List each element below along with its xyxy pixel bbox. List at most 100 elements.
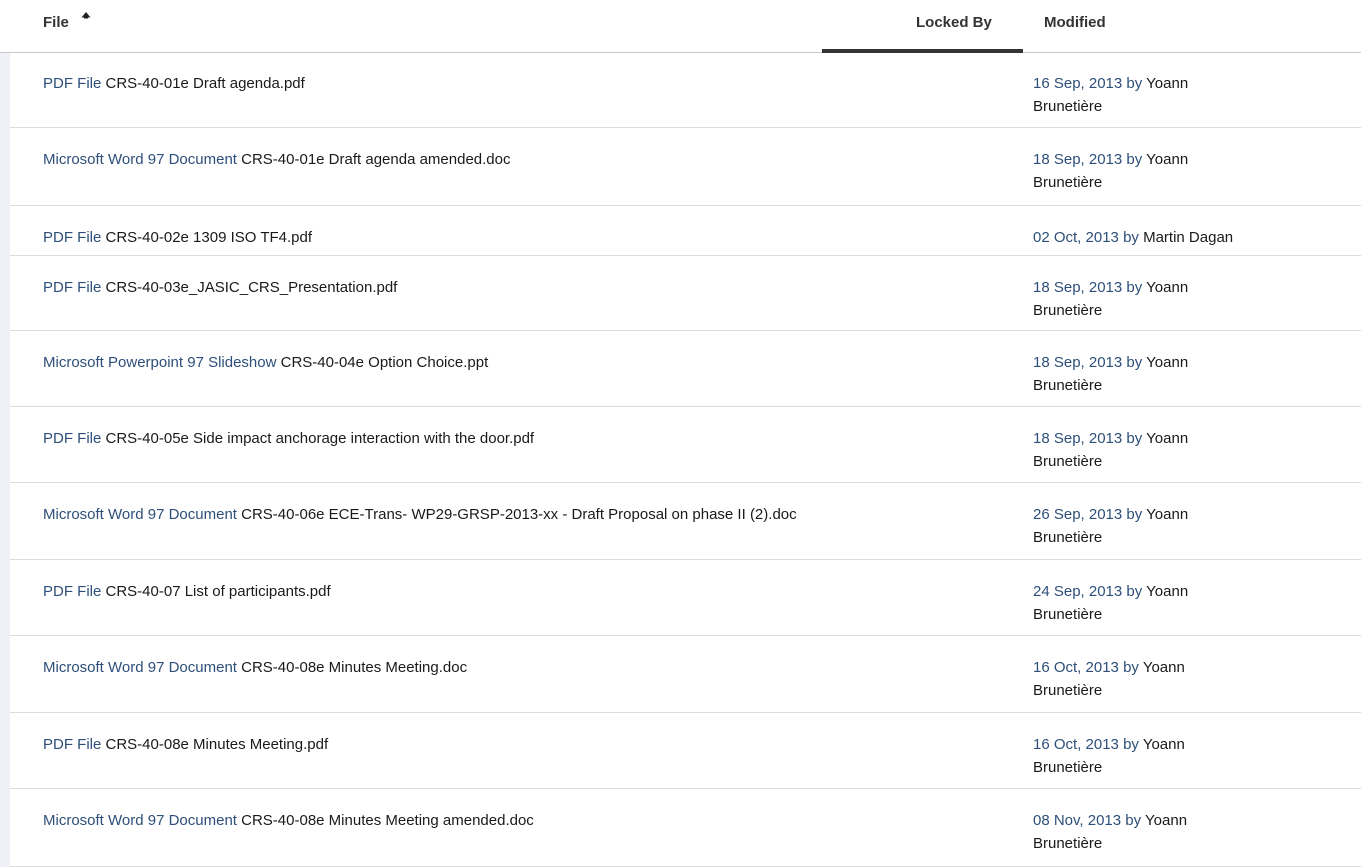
author-surname[interactable]: Brunetière (1033, 374, 1333, 397)
file-type-link[interactable]: Microsoft Word 97 Document (43, 812, 237, 829)
author-name[interactable]: Yoann (1146, 354, 1188, 371)
file-cell: PDF File CRS-40-08e Minutes Meeting.pdf (43, 733, 813, 756)
file-name[interactable]: CRS-40-07 List of participants.pdf (106, 583, 331, 600)
file-cell: PDF File CRS-40-03e_JASIC_CRS_Presentati… (43, 276, 813, 299)
author-surname[interactable]: Brunetière (1033, 95, 1333, 118)
author-surname[interactable]: Brunetière (1033, 299, 1333, 322)
by-label: by (1125, 812, 1142, 829)
file-name[interactable]: CRS-40-08e Minutes Meeting.doc (241, 659, 467, 676)
table-row: Microsoft Powerpoint 97 Slideshow CRS-40… (10, 331, 1361, 407)
file-cell: Microsoft Word 97 Document CRS-40-01e Dr… (43, 148, 813, 171)
file-type-link[interactable]: PDF File (43, 229, 101, 246)
author-surname[interactable]: Brunetière (1033, 450, 1333, 473)
author-surname[interactable]: Brunetière (1033, 171, 1333, 194)
modified-date-link[interactable]: 02 Oct, 2013 (1033, 229, 1119, 246)
author-name[interactable]: Martin Dagan (1143, 229, 1233, 246)
modified-date-link[interactable]: 16 Oct, 2013 (1033, 736, 1119, 753)
file-name[interactable]: CRS-40-01e Draft agenda amended.doc (241, 151, 510, 168)
file-cell: PDF File CRS-40-05e Side impact anchorag… (43, 427, 813, 450)
attachments-page: File Locked By Modified PDF File CRS-40-… (0, 0, 1361, 867)
table-row: Microsoft Word 97 Document CRS-40-06e EC… (10, 483, 1361, 560)
column-header-modified-label: Modified (1044, 14, 1106, 31)
author-surname[interactable]: Brunetière (1033, 832, 1333, 855)
file-type-link[interactable]: Microsoft Word 97 Document (43, 151, 237, 168)
file-type-link[interactable]: PDF File (43, 583, 101, 600)
modified-date-link[interactable]: 16 Sep, 2013 (1033, 75, 1122, 92)
column-header-modified[interactable]: Modified (1044, 0, 1106, 52)
by-label: by (1126, 75, 1143, 92)
by-label: by (1123, 736, 1139, 753)
table-row: Microsoft Word 97 Document CRS-40-08e Mi… (10, 636, 1361, 713)
modified-cell: 16 Sep, 2013 by Yoann Brunetière (1033, 72, 1333, 118)
author-name[interactable]: Yoann (1146, 430, 1188, 447)
author-name[interactable]: Yoann (1146, 583, 1188, 600)
modified-cell: 16 Oct, 2013 by Yoann Brunetière (1033, 733, 1333, 779)
by-label: by (1126, 506, 1143, 523)
file-cell: Microsoft Powerpoint 97 Slideshow CRS-40… (43, 351, 813, 374)
file-cell: PDF File CRS-40-07 List of participants.… (43, 580, 813, 603)
table-row: Microsoft Word 97 Document CRS-40-01e Dr… (10, 128, 1361, 206)
author-name[interactable]: Yoann (1146, 279, 1188, 296)
file-cell: Microsoft Word 97 Document CRS-40-06e EC… (43, 503, 813, 526)
file-type-link[interactable]: Microsoft Word 97 Document (43, 506, 237, 523)
file-name[interactable]: CRS-40-05e Side impact anchorage interac… (106, 430, 535, 447)
modified-cell: 16 Oct, 2013 by Yoann Brunetière (1033, 656, 1333, 702)
file-name[interactable]: CRS-40-03e_JASIC_CRS_Presentation.pdf (106, 279, 398, 296)
modified-date-link[interactable]: 18 Sep, 2013 (1033, 430, 1122, 447)
author-name[interactable]: Yoann (1146, 506, 1188, 523)
by-label: by (1126, 279, 1143, 296)
sort-ascending-icon[interactable] (80, 11, 92, 21)
file-name[interactable]: CRS-40-08e Minutes Meeting amended.doc (241, 812, 534, 829)
file-cell: Microsoft Word 97 Document CRS-40-08e Mi… (43, 809, 813, 832)
file-type-link[interactable]: PDF File (43, 75, 101, 92)
modified-date-link[interactable]: 18 Sep, 2013 (1033, 151, 1122, 168)
modified-cell: 26 Sep, 2013 by Yoann Brunetière (1033, 503, 1333, 549)
table-row: PDF File CRS-40-03e_JASIC_CRS_Presentati… (10, 256, 1361, 331)
modified-cell: 24 Sep, 2013 by Yoann Brunetière (1033, 580, 1333, 626)
modified-date-link[interactable]: 16 Oct, 2013 (1033, 659, 1119, 676)
file-type-link[interactable]: Microsoft Word 97 Document (43, 659, 237, 676)
author-name[interactable]: Yoann (1146, 75, 1188, 92)
author-surname[interactable]: Brunetière (1033, 526, 1333, 549)
table-row: PDF File CRS-40-01e Draft agenda.pdf 16 S… (10, 52, 1361, 128)
file-name[interactable]: CRS-40-01e Draft agenda.pdf (106, 75, 305, 92)
modified-cell: 18 Sep, 2013 by Yoann Brunetière (1033, 427, 1333, 473)
file-cell: PDF File CRS-40-02e 1309 ISO TF4.pdf (43, 226, 813, 249)
modified-date-link[interactable]: 18 Sep, 2013 (1033, 279, 1122, 296)
file-name[interactable]: CRS-40-02e 1309 ISO TF4.pdf (106, 229, 313, 246)
by-label: by (1126, 354, 1143, 371)
author-name[interactable]: Yoann (1146, 151, 1188, 168)
modified-date-link[interactable]: 26 Sep, 2013 (1033, 506, 1122, 523)
author-surname[interactable]: Brunetière (1033, 756, 1333, 779)
author-surname[interactable]: Brunetière (1033, 679, 1333, 702)
file-cell: PDF File CRS-40-01e Draft agenda.pdf (43, 72, 813, 95)
by-label: by (1126, 583, 1143, 600)
table-row: PDF File CRS-40-08e Minutes Meeting.pdf 1… (10, 713, 1361, 789)
file-table: File Locked By Modified PDF File CRS-40-… (0, 0, 1361, 867)
column-header-file[interactable]: File (43, 0, 69, 52)
author-name[interactable]: Yoann (1143, 736, 1185, 753)
table-header: File Locked By Modified (0, 0, 1361, 53)
modified-cell: 18 Sep, 2013 by Yoann Brunetière (1033, 148, 1333, 194)
author-name[interactable]: Yoann (1145, 812, 1187, 829)
author-name[interactable]: Yoann (1143, 659, 1185, 676)
file-name[interactable]: CRS-40-04e Option Choice.ppt (281, 354, 489, 371)
modified-date-link[interactable]: 18 Sep, 2013 (1033, 354, 1122, 371)
file-type-link[interactable]: PDF File (43, 279, 101, 296)
table-row: PDF File CRS-40-07 List of participants.… (10, 560, 1361, 636)
file-type-link[interactable]: Microsoft Powerpoint 97 Slideshow (43, 354, 276, 371)
modified-date-link[interactable]: 24 Sep, 2013 (1033, 583, 1122, 600)
by-label: by (1123, 659, 1139, 676)
by-label: by (1126, 151, 1143, 168)
file-type-link[interactable]: PDF File (43, 430, 101, 447)
by-label: by (1123, 229, 1139, 246)
table-row: Microsoft Word 97 Document CRS-40-08e Mi… (10, 789, 1361, 867)
column-header-locked-by[interactable]: Locked By (916, 0, 992, 52)
file-name[interactable]: CRS-40-08e Minutes Meeting.pdf (106, 736, 329, 753)
column-header-file-label: File (43, 14, 69, 31)
file-type-link[interactable]: PDF File (43, 736, 101, 753)
modified-date-link[interactable]: 08 Nov, 2013 (1033, 812, 1121, 829)
author-surname[interactable]: Brunetière (1033, 603, 1333, 626)
file-cell: Microsoft Word 97 Document CRS-40-08e Mi… (43, 656, 813, 679)
file-name[interactable]: CRS-40-06e ECE-Trans- WP29-GRSP-2013-xx … (241, 506, 796, 523)
